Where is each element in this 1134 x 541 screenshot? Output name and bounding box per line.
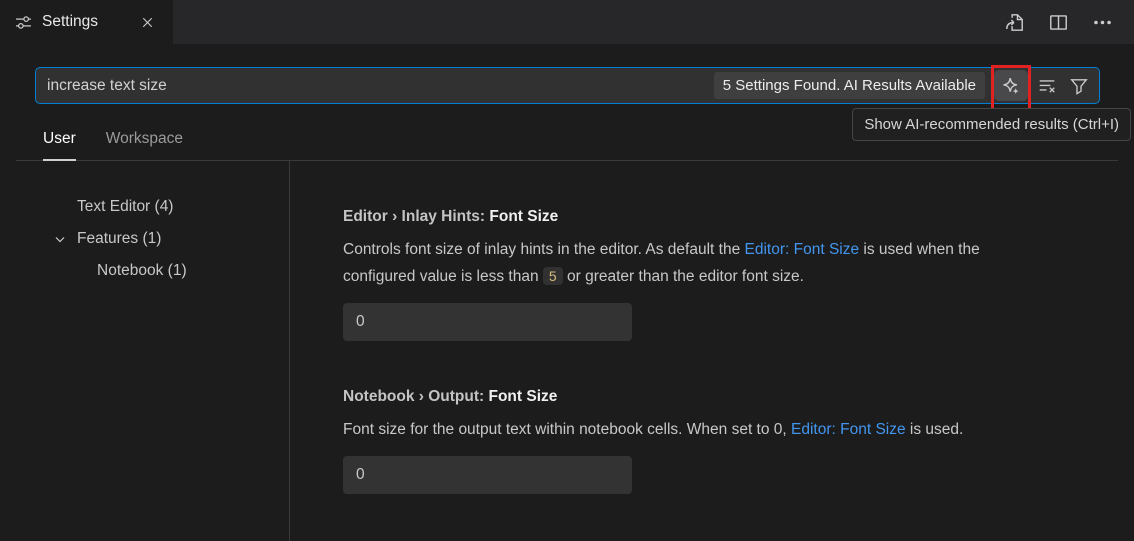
- setting-category: Editor › Inlay Hints:: [343, 208, 489, 225]
- settings-search-bar: 5 Settings Found. AI Results Available: [35, 67, 1100, 104]
- notebook-output-font-size-input[interactable]: [343, 456, 632, 494]
- description-text: is used.: [906, 421, 964, 438]
- editor-tab-bar: Settings: [0, 0, 1134, 44]
- settings-editor-window: Settings: [0, 0, 1134, 541]
- clear-filters-icon[interactable]: [1033, 72, 1060, 99]
- setting-inlay-hints-font-size: Editor › Inlay Hints: Font Size Controls…: [343, 207, 1051, 341]
- tab-user[interactable]: User: [43, 130, 76, 161]
- more-actions-icon[interactable]: [1091, 11, 1114, 34]
- setting-category: Notebook › Output:: [343, 388, 489, 405]
- toc-item-notebook[interactable]: Notebook (1): [0, 255, 289, 287]
- filter-icon[interactable]: [1065, 72, 1092, 99]
- settings-sliders-icon: [15, 14, 32, 31]
- setting-title: Editor › Inlay Hints: Font Size: [343, 207, 1051, 227]
- setting-notebook-output-font-size: Notebook › Output: Font Size Font size f…: [343, 387, 1051, 494]
- tab-title: Settings: [42, 13, 98, 31]
- toc-item-label: Text Editor (4): [77, 198, 173, 216]
- split-editor-icon[interactable]: [1047, 11, 1070, 34]
- tab-settings[interactable]: Settings: [0, 0, 173, 44]
- description-text: Font size for the output text within not…: [343, 421, 791, 438]
- toc-item-features[interactable]: Features (1): [0, 223, 289, 255]
- setting-name: Font Size: [489, 208, 558, 225]
- setting-title: Notebook › Output: Font Size: [343, 387, 1051, 407]
- settings-search-input[interactable]: [36, 77, 714, 95]
- chevron-down-icon: [52, 231, 68, 247]
- editor-actions: [1003, 0, 1134, 44]
- tab-workspace[interactable]: Workspace: [106, 130, 183, 160]
- setting-description: Controls font size of inlay hints in the…: [343, 236, 1051, 290]
- setting-description: Font size for the output text within not…: [343, 416, 1051, 443]
- ai-results-button[interactable]: [994, 70, 1028, 101]
- description-text: or greater than the editor font size.: [563, 268, 804, 285]
- description-text: Controls font size of inlay hints in the…: [343, 241, 745, 258]
- search-controls: 5 Settings Found. AI Results Available: [714, 70, 1099, 101]
- settings-toc-tree: Text Editor (4) Features (1) Notebook (1…: [0, 161, 290, 541]
- setting-name: Font Size: [489, 388, 558, 405]
- editor-font-size-link[interactable]: Editor: Font Size: [745, 241, 860, 258]
- results-count-badge: 5 Settings Found. AI Results Available: [714, 72, 985, 99]
- toc-item-label: Notebook (1): [97, 262, 187, 280]
- ai-button-tooltip: Show AI-recommended results (Ctrl+I): [852, 108, 1131, 141]
- open-settings-json-icon[interactable]: [1003, 11, 1026, 34]
- settings-list: Editor › Inlay Hints: Font Size Controls…: [290, 161, 1051, 541]
- editor-font-size-link[interactable]: Editor: Font Size: [791, 421, 906, 438]
- inlay-hints-font-size-input[interactable]: [343, 303, 632, 341]
- close-icon[interactable]: [137, 12, 158, 33]
- toc-item-text-editor[interactable]: Text Editor (4): [0, 191, 289, 223]
- description-code-value: 5: [543, 267, 563, 285]
- settings-body: Text Editor (4) Features (1) Notebook (1…: [0, 161, 1134, 541]
- toc-item-label: Features (1): [77, 230, 161, 248]
